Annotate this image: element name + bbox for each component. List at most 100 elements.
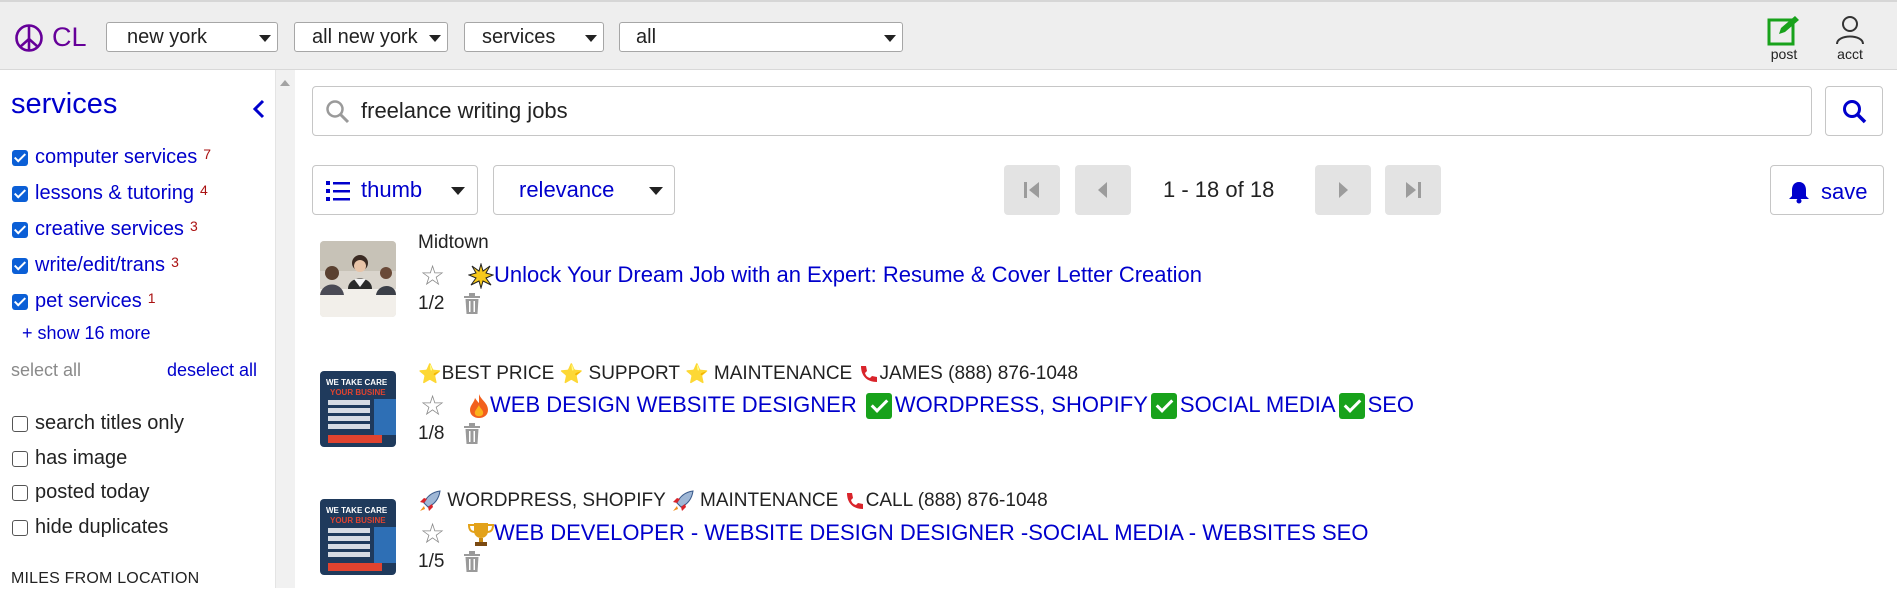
search-box (312, 86, 1812, 136)
fire-emoji-icon (470, 394, 488, 419)
area-select[interactable]: new york (106, 22, 278, 52)
category-label: computer services (35, 146, 198, 168)
save-label: save (1821, 179, 1868, 204)
category-filter-computer-services[interactable]: computer services 7 (12, 146, 211, 169)
result-thumbnail[interactable]: WE TAKE CARE YOUR BUSINE (320, 371, 396, 447)
chevron-down-icon (451, 187, 465, 195)
subcategory-select-value: all (636, 26, 657, 48)
option-has-image[interactable]: has image (12, 447, 127, 470)
option-label: has image (35, 447, 128, 469)
category-select-value: services (482, 26, 556, 48)
chevron-down-icon (429, 35, 441, 42)
result-title-link[interactable]: Unlock Your Dream Job with an Expert: Re… (468, 262, 1202, 290)
checkbox[interactable] (12, 221, 28, 238)
bell-icon (1789, 182, 1809, 204)
option-label: posted today (35, 481, 150, 503)
svg-text:YOUR BUSINE: YOUR BUSINE (330, 388, 386, 397)
result-title-link[interactable]: WEB DESIGN WEBSITE DESIGNER WORDPRESS, S… (468, 392, 1415, 420)
category-filter-pet-services[interactable]: pet services 1 (12, 290, 156, 313)
save-search-button[interactable]: save (1770, 165, 1884, 215)
checkbox[interactable] (12, 185, 28, 202)
account-button[interactable]: acct (1825, 14, 1875, 62)
checkbox[interactable] (12, 484, 28, 501)
category-filter-lessons-tutoring[interactable]: lessons & tutoring 4 (12, 182, 208, 205)
show-more-link[interactable]: + show 16 more (22, 323, 151, 344)
chevron-down-icon (649, 187, 663, 195)
category-filter-write-edit-trans[interactable]: write/edit/trans 3 (12, 254, 179, 277)
result-row: Midtown ☆ Unlock Your Dream Job with an … (320, 232, 1880, 342)
option-search-titles-only[interactable]: search titles only (12, 412, 184, 435)
compose-icon (1767, 16, 1799, 46)
sort-label: relevance (519, 177, 615, 202)
category-filter-creative-services[interactable]: creative services 3 (12, 218, 198, 241)
option-label: hide duplicates (35, 516, 169, 538)
next-page-button[interactable] (1315, 165, 1371, 215)
category-count: 4 (199, 181, 208, 198)
option-label: search titles only (35, 412, 184, 434)
first-page-icon (1024, 182, 1039, 198)
result-thumbnail[interactable] (320, 241, 396, 317)
prev-page-button[interactable] (1075, 165, 1131, 215)
checkbox[interactable] (12, 519, 28, 536)
next-page-icon (1339, 182, 1348, 198)
category-count: 1 (147, 289, 156, 306)
checkbox[interactable] (12, 149, 28, 166)
view-mode-dropdown[interactable]: thumb (312, 165, 478, 215)
search-input[interactable] (359, 95, 1759, 127)
favorite-star-icon[interactable]: ☆ (420, 262, 445, 290)
web-design-ad-image: WE TAKE CARE YOUR BUSINE (320, 499, 396, 575)
option-hide-duplicates[interactable]: hide duplicates (12, 516, 168, 539)
trash-icon[interactable] (462, 293, 482, 315)
sidebar-scrollbar[interactable] (276, 70, 295, 588)
title-part: SEO (1367, 392, 1415, 417)
subarea-select[interactable]: all new york (294, 22, 448, 52)
category-select[interactable]: services (464, 22, 604, 52)
category-title: services (11, 88, 118, 120)
last-page-button[interactable] (1385, 165, 1441, 215)
view-mode-label: thumb (361, 177, 423, 202)
result-title-text: Unlock Your Dream Job with an Expert: Re… (494, 262, 1202, 287)
checkmark-emoji-icon (865, 393, 892, 420)
checkmark-emoji-icon (1338, 393, 1365, 420)
location-part: MAINTENANCE (694, 490, 844, 512)
location-part: CALL (888) 876-1048 (865, 490, 1048, 512)
option-posted-today[interactable]: posted today (12, 481, 150, 504)
checkbox[interactable] (12, 293, 28, 310)
phone-emoji-icon (846, 493, 863, 509)
craigslist-logo[interactable]: CL (14, 22, 87, 53)
search-button[interactable] (1825, 86, 1883, 136)
checkbox[interactable] (12, 415, 28, 432)
checkbox[interactable] (12, 450, 28, 467)
phone-emoji-icon (860, 366, 877, 382)
sort-dropdown[interactable]: relevance (493, 165, 675, 215)
chevron-down-icon (585, 35, 597, 42)
image-count: 1/2 (418, 293, 445, 314)
result-location: WORDPRESS, SHOPIFY MAINTENANCE CALL (888… (418, 490, 1048, 512)
checkbox[interactable] (12, 257, 28, 274)
select-all-link[interactable]: select all (11, 360, 81, 381)
trash-icon[interactable] (462, 551, 482, 573)
pagination-info: 1 - 18 of 18 (1163, 177, 1275, 202)
result-thumbnail[interactable]: WE TAKE CARE YOUR BUSINE (320, 499, 396, 575)
category-label: creative services (35, 218, 184, 240)
chevron-left-icon[interactable] (250, 98, 268, 120)
subcategory-select[interactable]: all (619, 22, 903, 52)
subarea-select-value: all new york (312, 26, 418, 48)
star-emoji-icon: ⭐ (418, 364, 442, 385)
star-emoji-icon: ⭐ (559, 364, 584, 385)
result-location: ⭐BEST PRICE ⭐ SUPPORT ⭐ MAINTENANCE JAME… (418, 362, 1078, 386)
first-page-button[interactable] (1004, 165, 1060, 215)
post-button[interactable]: post (1759, 14, 1809, 62)
office-meeting-photo (320, 241, 396, 317)
result-row: WE TAKE CARE YOUR BUSINE WORDPRESS, SHOP… (320, 490, 1880, 600)
result-title-text: WEB DEVELOPER - WEBSITE DESIGN DESIGNER … (494, 520, 1369, 545)
favorite-star-icon[interactable]: ☆ (420, 392, 445, 420)
category-label: lessons & tutoring (35, 182, 194, 204)
checkmark-emoji-icon (1150, 393, 1177, 420)
trash-icon[interactable] (462, 423, 482, 445)
scroll-up-icon[interactable] (280, 80, 290, 86)
favorite-star-icon[interactable]: ☆ (420, 520, 445, 548)
list-icon (326, 181, 350, 201)
result-title-link[interactable]: WEB DEVELOPER - WEBSITE DESIGN DESIGNER … (468, 520, 1368, 547)
deselect-all-link[interactable]: deselect all (167, 360, 257, 381)
